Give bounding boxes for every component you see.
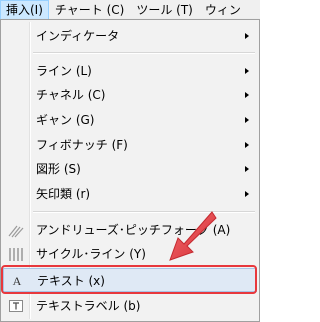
menu-item-label: ライン (L) [36,64,92,78]
menu-item-lines[interactable]: ライン (L) [3,59,257,83]
menu-item-channels[interactable]: チャネル (C) [3,83,257,107]
menu-item-fibonacci[interactable]: フィボナッチ (F) [3,133,257,157]
menu-item-label: アンドリューズ･ピッチフォーク (A) [36,223,231,237]
menu-separator [33,52,255,54]
submenu-arrow-icon [245,166,249,172]
menu-item-label: サイクル･ライン (Y) [36,247,146,261]
cycle-lines-icon [9,248,23,261]
menu-item-andrews-pitchfork[interactable]: アンドリューズ･ピッチフォーク (A) [3,218,257,242]
menu-item-indicators[interactable]: インディケータ [3,24,257,48]
menu-item-label: 矢印類 (r) [36,187,91,201]
menu-tools[interactable]: ツール (T) [130,0,199,20]
annotation-highlight-box [1,265,257,294]
menu-item-label: チャネル (C) [36,88,106,102]
menu-bar: 挿入(I) チャート (C) ツール (T) ウィン [0,0,260,20]
menu-separator [33,211,255,213]
submenu-arrow-icon [245,92,249,98]
menu-window[interactable]: ウィン [199,0,247,20]
menu-item-label: ギャン (G) [36,113,95,127]
screen: 挿入(I) チャート (C) ツール (T) ウィン インディケータ ライン (… [0,0,260,322]
submenu-arrow-icon [245,191,249,197]
menu-chart[interactable]: チャート (C) [49,0,130,20]
menu-item-label: テキストラベル (b) [36,299,141,313]
menu-item-text-label[interactable]: テキストラベル (b) [3,294,257,318]
menu-item-cycle-lines[interactable]: サイクル･ライン (Y) [3,242,257,266]
text-label-icon [9,300,23,312]
menu-item-arrows[interactable]: 矢印類 (r) [3,182,257,206]
menu-item-shapes[interactable]: 図形 (S) [3,157,257,181]
submenu-arrow-icon [245,33,249,39]
menu-item-label: インディケータ [36,29,120,43]
submenu-arrow-icon [245,68,249,74]
submenu-arrow-icon [245,117,249,123]
menu-insert[interactable]: 挿入(I) [0,0,49,20]
submenu-arrow-icon [245,142,249,148]
menu-item-gann[interactable]: ギャン (G) [3,108,257,132]
menu-item-label: 図形 (S) [36,162,81,176]
menu-item-label: フィボナッチ (F) [36,138,128,152]
pitchfork-icon [8,225,24,238]
